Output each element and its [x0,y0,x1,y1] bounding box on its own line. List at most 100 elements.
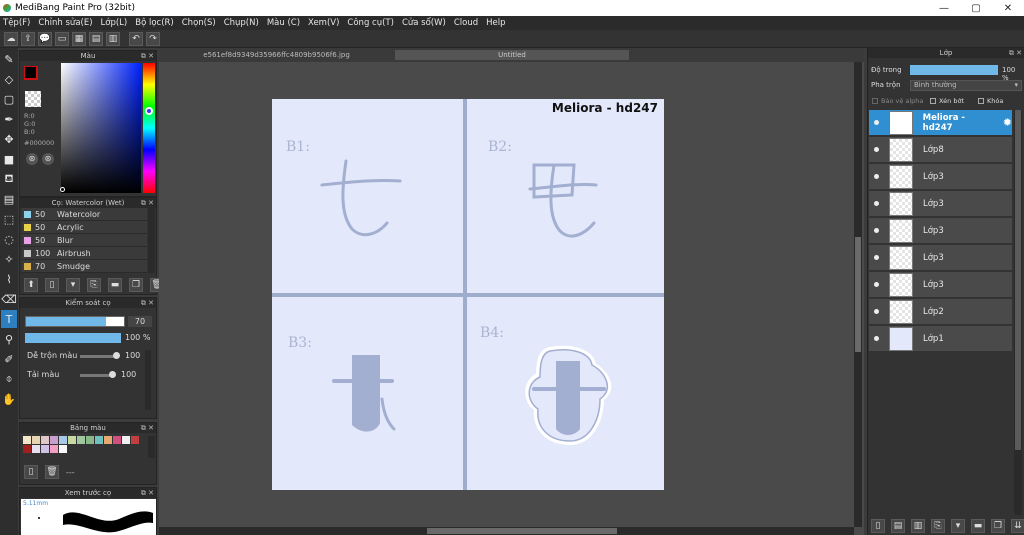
menu-select[interactable]: Chọn(S) [182,18,216,28]
layer-row-lop3[interactable]: Lớp3 [869,272,1012,298]
panel-buttons[interactable]: ⧉ ✕ [141,423,154,433]
eye-icon[interactable] [874,201,879,206]
select-eraser-tool-icon[interactable]: ⌫ [1,290,17,308]
palette-swatch[interactable] [95,436,103,444]
eye-icon[interactable] [874,282,879,287]
palette-swatch[interactable] [122,436,130,444]
sv-cursor[interactable] [60,187,65,192]
brush-menu-icon[interactable]: ▾ [66,278,80,292]
layer-row-meliora[interactable]: Meliora - hd247 ✹ [869,110,1012,136]
grid2-icon[interactable]: ▤ [89,31,103,46]
palette-swatch[interactable] [41,445,49,453]
merge-layer-icon[interactable]: ⇊ [1011,519,1024,533]
brush-list-scrollbar[interactable] [148,208,155,273]
eye-icon[interactable] [874,336,879,341]
palette-swatch[interactable] [41,436,49,444]
layer-row-lop1[interactable]: Lớp1 [869,326,1012,352]
comment-icon[interactable]: 💬 [38,31,52,46]
brush-tool-icon[interactable]: ✎ [1,50,17,68]
move-tool-icon[interactable]: ✥ [1,130,17,148]
select-tool-icon[interactable]: ⬚ [1,210,17,228]
upload-icon[interactable]: ⇪ [21,31,35,46]
pen-tool-icon[interactable]: ✒ [1,110,17,128]
layer-row-lop3[interactable]: Lớp3 [869,218,1012,244]
brush-item-smudge[interactable]: 70 Smudge [22,260,147,273]
duplicate-layer-icon[interactable]: ❐ [991,519,1005,533]
palette-swatch[interactable] [50,436,58,444]
brush-item-watercolor[interactable]: 50 Watercolor [22,208,147,221]
hue-handle[interactable] [145,107,153,115]
palette-swatch[interactable] [23,445,31,453]
layer-options-icon[interactable]: ▾ [951,519,965,533]
layer-opacity-slider[interactable] [910,65,998,75]
control-scrollbar[interactable] [145,350,151,410]
menu-view[interactable]: Xem(V) [308,18,339,28]
brush-item-acrylic[interactable]: 50 Acrylic [22,221,147,234]
palette-swatch[interactable] [23,436,31,444]
gradient-tool-icon[interactable]: ▤ [1,190,17,208]
import-brush-icon[interactable]: ⎘ [87,278,101,292]
layer-row-lop3[interactable]: Lớp3 [869,164,1012,190]
palette-scrollbar[interactable] [148,436,155,458]
divide-tool-icon[interactable]: ✐ [1,350,17,368]
size-slider[interactable] [25,316,125,327]
layer-menu-icon[interactable]: ⎘ [931,519,945,533]
saturation-value-picker[interactable] [61,63,141,193]
palette-swatch[interactable] [77,436,85,444]
palette-more[interactable]: --- [66,468,75,477]
panel-buttons[interactable]: ⧉ ✕ [1009,48,1022,58]
menu-layer[interactable]: Lớp(L) [101,18,128,28]
blend-mode-select[interactable]: Bình thường ▾ [910,80,1022,91]
transparent-color-swatch[interactable] [25,91,41,107]
size-value[interactable]: 70 [128,316,152,327]
menu-cloud[interactable]: Cloud [454,18,478,28]
layer-row-lop3[interactable]: Lớp3 [869,245,1012,271]
eyedropper-tool-icon[interactable]: ⌽ [1,370,17,388]
panel-buttons[interactable]: ⧉ ✕ [141,51,154,61]
artwork-canvas[interactable]: Meliora - hd247 B1: B2: B3: B4: [272,99,664,490]
load-slider[interactable] [80,374,112,377]
palette-swatch[interactable] [86,436,94,444]
color-wheel-icon[interactable]: ⊛ [26,153,38,165]
fill-rect-tool-icon[interactable]: ■ [1,150,17,168]
panel-buttons[interactable]: ⧉ ✕ [141,198,154,208]
menu-edit[interactable]: Chỉnh sửa(E) [38,18,92,28]
brush-item-airbrush[interactable]: 100 Airbrush [22,247,147,260]
menu-filter[interactable]: Bộ lọc(R) [135,18,174,28]
message-icon[interactable]: ▭ [55,31,69,46]
canvas-area[interactable]: e561ef8d9349d35966ffc4809b9506f6.jpg Unt… [159,48,864,535]
select-pen-tool-icon[interactable]: ⌇ [1,270,17,288]
brush-item-blur[interactable]: 50 Blur [22,234,147,247]
eye-icon[interactable] [874,309,879,314]
layer-folder-icon[interactable]: ▬ [971,519,985,533]
layer-row-lop2[interactable]: Lớp2 [869,299,1012,325]
palette-swatch[interactable] [59,436,67,444]
layer-list-scrollbar[interactable] [1014,110,1022,515]
duplicate-brush-icon[interactable]: ❐ [129,278,143,292]
hand-tool-icon[interactable]: ✋ [1,390,17,408]
canvas-horizontal-scrollbar[interactable] [159,527,854,535]
eye-icon[interactable] [874,147,879,152]
new-halftone-layer-icon[interactable]: ▤ [891,519,905,533]
magic-wand-tool-icon[interactable]: ✧ [1,250,17,268]
lasso-tool-icon[interactable]: ◌ [1,230,17,248]
tab-image-file[interactable]: e561ef8d9349d35966ffc4809b9506f6.jpg [199,50,354,60]
palette-swatch[interactable] [104,436,112,444]
palette-swatch[interactable] [113,436,121,444]
rectangle-tool-icon[interactable]: ▢ [1,90,17,108]
operation-tool-icon[interactable]: ⚲ [1,330,17,348]
new-brush-icon[interactable]: ▯ [45,278,59,292]
eye-icon[interactable] [874,228,879,233]
palette-swatch[interactable] [50,445,58,453]
palette-swatch[interactable] [68,436,76,444]
load-slider-handle[interactable] [109,371,116,378]
menu-window[interactable]: Cửa sổ(W) [402,18,446,28]
mix-slider-handle[interactable] [113,352,120,359]
layer-row-lop3[interactable]: Lớp3 [869,191,1012,217]
canvas-vertical-scrollbar[interactable] [854,62,862,527]
cloud-icon[interactable]: ☁ [4,31,18,46]
delete-palette-icon[interactable]: 🗑 [45,465,59,479]
eraser-tool-icon[interactable]: ◇ [1,70,17,88]
menu-color[interactable]: Màu (C) [267,18,300,28]
layer-row-lop8[interactable]: Lớp8 [869,137,1012,163]
